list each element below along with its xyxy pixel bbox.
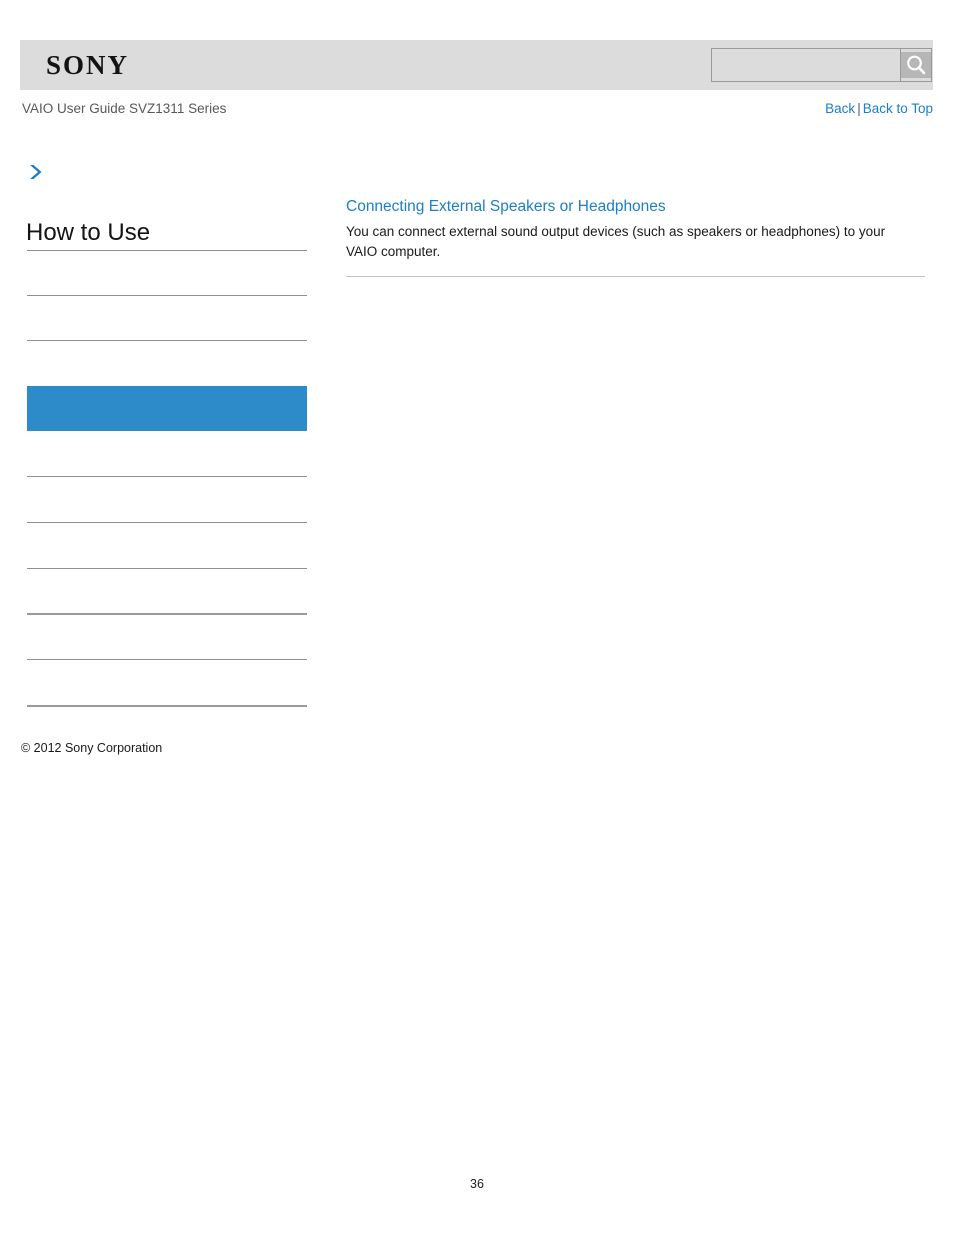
link-separator: | (857, 101, 861, 116)
nav-divider (27, 613, 307, 615)
sidebar-item-8[interactable] (27, 622, 307, 658)
search-icon (901, 52, 931, 78)
sony-logo: SONY (46, 50, 130, 80)
sidebar-item-9[interactable] (27, 667, 307, 703)
sidebar-item-7[interactable] (27, 576, 307, 612)
chevron-right-icon[interactable] (26, 162, 46, 182)
sidebar-item-6[interactable] (27, 530, 307, 566)
sidebar-item-5[interactable] (27, 484, 307, 520)
nav-divider (27, 659, 307, 660)
content-divider (346, 276, 925, 277)
search-box (711, 48, 932, 82)
content-heading: Connecting External Speakers or Headphon… (346, 198, 666, 215)
nav-divider (27, 250, 307, 251)
top-navigation-links: Back | Back to Top (825, 101, 933, 116)
search-input[interactable] (711, 48, 900, 82)
nav-divider-bottom (27, 705, 307, 707)
nav-divider (27, 522, 307, 523)
back-to-top-link[interactable]: Back to Top (863, 101, 933, 116)
sidebar-item-selected[interactable] (27, 386, 307, 431)
sidebar-item-3[interactable] (27, 348, 307, 384)
page-title: How to Use (26, 219, 151, 246)
sidebar-item-2[interactable] (27, 303, 307, 339)
breadcrumb: VAIO User Guide SVZ1311 Series (22, 101, 227, 116)
copyright-text: © 2012 Sony Corporation (21, 741, 163, 755)
content-body-text: You can connect external sound output de… (346, 224, 886, 259)
search-button[interactable] (900, 48, 932, 82)
sidebar-item-1[interactable] (27, 258, 307, 294)
header-bar: SONY (20, 40, 933, 90)
nav-divider (27, 340, 307, 341)
back-link[interactable]: Back (825, 101, 855, 116)
document-page: SONY VAIO User Guide SVZ1311 Series Back… (0, 0, 954, 1235)
page-number: 36 (470, 1177, 484, 1191)
nav-divider (27, 295, 307, 296)
main-content: Connecting External Speakers or Headphon… (346, 196, 926, 261)
nav-divider (27, 568, 307, 569)
nav-divider (27, 476, 307, 477)
